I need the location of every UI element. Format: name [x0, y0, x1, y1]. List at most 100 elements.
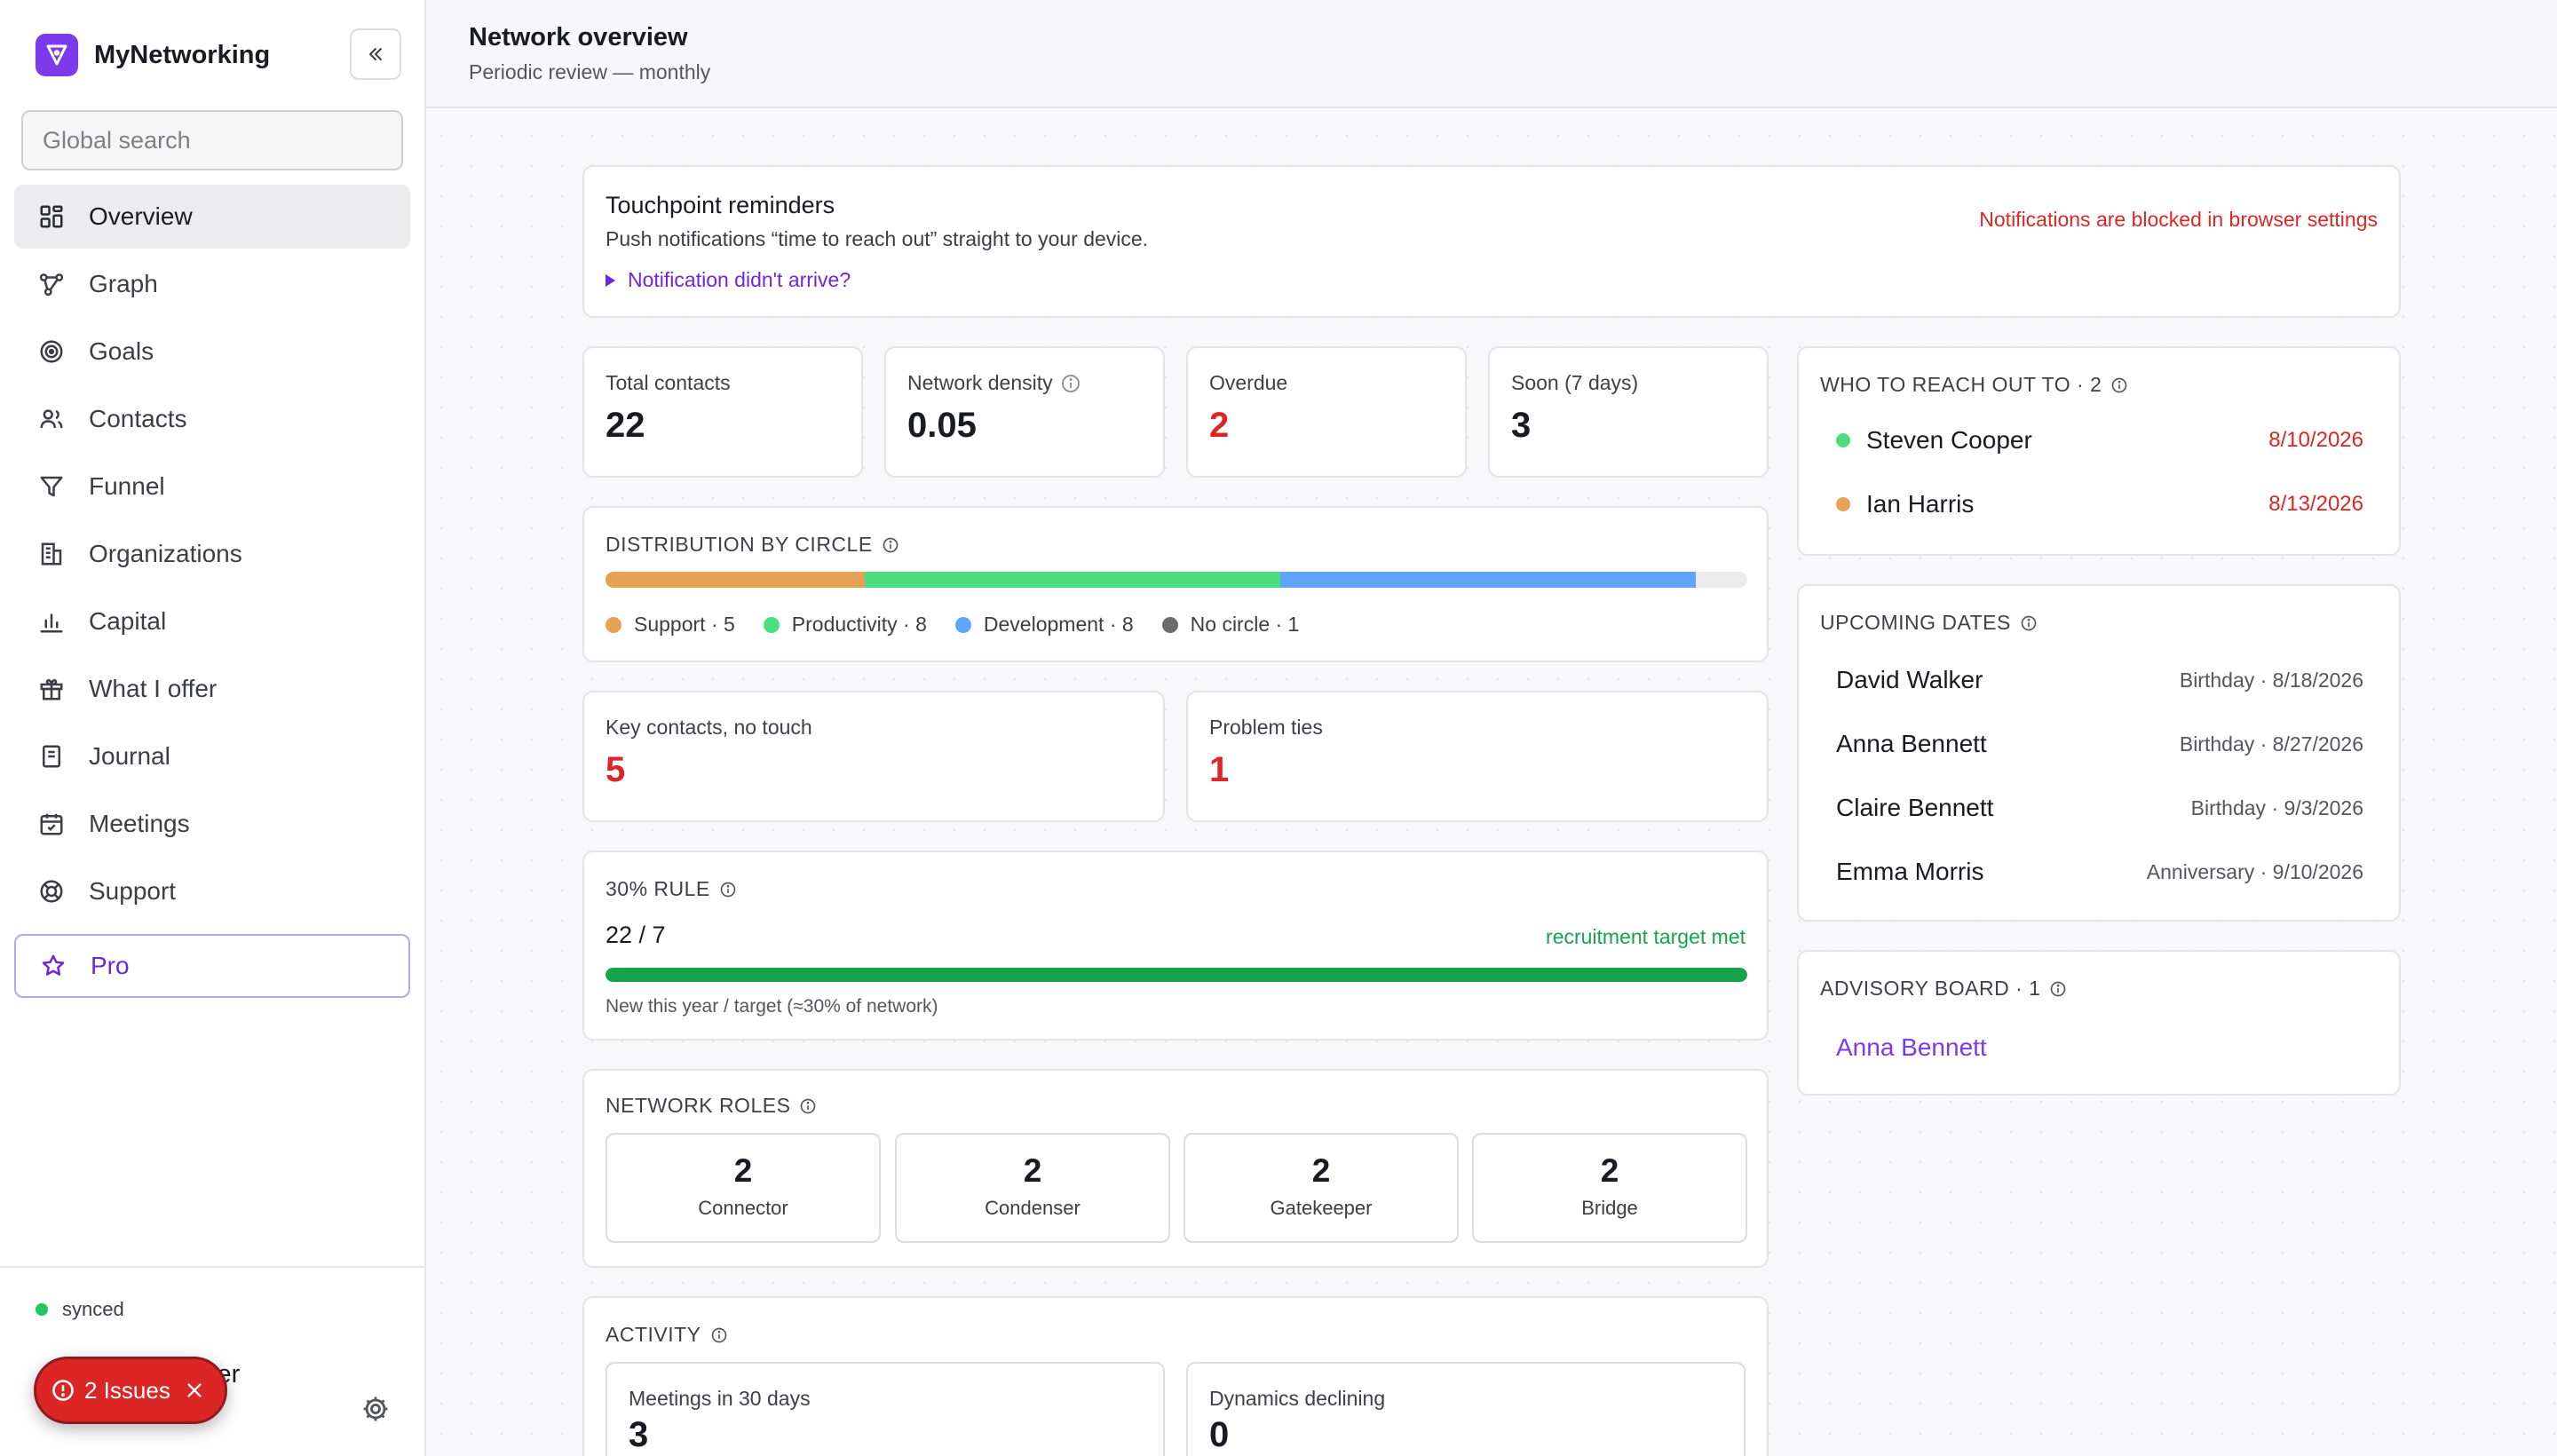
rule-title: 30% RULE — [606, 877, 710, 900]
advisory-member-link[interactable]: Anna Bennett — [1836, 1033, 1987, 1062]
info-icon[interactable] — [1060, 373, 1081, 394]
notification-help-label: Notification didn't arrive? — [628, 268, 851, 291]
due-date: 8/10/2026 — [2268, 428, 2363, 452]
problem-ties-card[interactable]: Problem ties 1 — [1186, 691, 1769, 822]
issues-badge[interactable]: 2 Issues — [34, 1357, 227, 1424]
bar-chart-icon — [37, 607, 66, 636]
stat-label: Overdue — [1209, 371, 1288, 394]
sidebar-item-label: Pro — [91, 952, 130, 979]
network-roles-card: NETWORK ROLES 2 Connector 2 Condenser 2 … — [582, 1069, 1769, 1268]
sidebar-item-capital[interactable]: Capital — [14, 590, 410, 653]
key-contacts-card[interactable]: Key contacts, no touch 5 — [582, 691, 1165, 822]
sidebar-item-journal[interactable]: Journal — [14, 724, 410, 788]
distribution-card: DISTRIBUTION BY CIRCLE Support · 5 Produ… — [582, 506, 1769, 662]
info-icon[interactable] — [710, 1326, 728, 1344]
upcoming-date-row[interactable]: David Walker Birthday · 8/18/2026 — [1836, 662, 2363, 698]
sidebar-item-meetings[interactable]: Meetings — [14, 792, 410, 856]
legend-dot — [606, 616, 621, 633]
funnel-icon — [37, 472, 66, 501]
settings-button[interactable] — [359, 1392, 392, 1426]
sidebar-item-label: Graph — [89, 270, 158, 297]
sidebar-item-pro[interactable]: Pro — [14, 934, 410, 998]
info-icon[interactable] — [882, 536, 899, 554]
role-bridge[interactable]: 2 Bridge — [1472, 1133, 1747, 1243]
circle-color-dot — [1836, 497, 1850, 511]
touchpoint-title: Touchpoint reminders — [606, 192, 835, 218]
stat-value: 22 — [606, 406, 645, 445]
legend-label: Productivity · 8 — [791, 613, 927, 636]
sidebar-item-label: Meetings — [89, 810, 190, 837]
stat-label: Problem ties — [1209, 716, 1323, 739]
sidebar-item-label: Support — [89, 877, 177, 905]
upcoming-title-row: UPCOMING DATES — [1820, 611, 2038, 635]
activity-title: ACTIVITY — [606, 1323, 701, 1346]
stat-value: 3 — [1511, 406, 1532, 445]
stat-label: Network density — [907, 371, 1053, 394]
rule-value: 22 / 7 — [606, 922, 666, 948]
page-title: Network overview — [469, 23, 688, 51]
brand[interactable]: MyNetworking — [36, 34, 270, 76]
reach-out-title: WHO TO REACH OUT TO · 2 — [1820, 373, 2102, 396]
upcoming-dates-card: UPCOMING DATES David Walker Birthday · 8… — [1797, 584, 2401, 922]
role-condenser[interactable]: 2 Condenser — [895, 1133, 1170, 1243]
sidebar-item-what-i-offer[interactable]: What I offer — [14, 657, 410, 721]
stat-value: 0 — [1209, 1415, 1230, 1454]
reach-out-row[interactable]: Steven Cooper 8/10/2026 — [1836, 423, 2363, 458]
role-connector[interactable]: 2 Connector — [606, 1133, 881, 1243]
sidebar-item-label: Capital — [89, 607, 167, 635]
global-search-input[interactable] — [21, 110, 403, 170]
sidebar: MyNetworking Overview Graph — [0, 0, 426, 1456]
sidebar-item-graph[interactable]: Graph — [14, 252, 410, 316]
stat-value: 3 — [629, 1415, 649, 1454]
info-icon[interactable] — [2020, 614, 2038, 632]
advisory-title: ADVISORY BOARD · 1 — [1820, 977, 2041, 1000]
upcoming-date-row[interactable]: Claire Bennett Birthday · 9/3/2026 — [1836, 790, 2363, 826]
sidebar-item-support[interactable]: Support — [14, 859, 410, 923]
info-icon[interactable] — [2110, 376, 2128, 394]
building-icon — [37, 540, 66, 568]
rule-progress-track — [606, 968, 1747, 982]
role-count: 2 — [1600, 1152, 1619, 1189]
collapse-sidebar-button[interactable] — [350, 28, 401, 80]
sidebar-item-funnel[interactable]: Funnel — [14, 455, 410, 518]
users-icon — [37, 405, 66, 433]
role-gatekeeper[interactable]: 2 Gatekeeper — [1184, 1133, 1459, 1243]
sidebar-item-goals[interactable]: Goals — [14, 320, 410, 384]
upcoming-title: UPCOMING DATES — [1820, 611, 2011, 634]
target-icon — [37, 337, 66, 366]
dynamics-declining-box: Dynamics declining 0 — [1186, 1362, 1746, 1456]
network-density-card: Network density 0.05 — [884, 346, 1165, 478]
legend-dot — [954, 616, 971, 633]
legend-item-development: Development · 8 — [954, 613, 1134, 637]
upcoming-date-row[interactable]: Anna Bennett Birthday · 8/27/2026 — [1836, 726, 2363, 762]
notification-help-toggle[interactable]: Notification didn't arrive? — [606, 268, 851, 292]
info-icon[interactable] — [799, 1097, 817, 1115]
notifications-blocked-warning: Notifications are blocked in browser set… — [1979, 208, 2378, 231]
sidebar-item-label: Goals — [89, 337, 154, 365]
sidebar-item-contacts[interactable]: Contacts — [14, 387, 410, 451]
star-icon — [39, 952, 67, 980]
upcoming-date-row[interactable]: Emma Morris Anniversary · 9/10/2026 — [1836, 854, 2363, 890]
stat-value: 2 — [1209, 406, 1230, 445]
distribution-segment — [1280, 572, 1697, 588]
grid-icon — [37, 202, 66, 231]
contact-name: Claire Bennett — [1836, 794, 1994, 821]
rule-status: recruitment target met — [1546, 925, 1746, 948]
reach-out-row[interactable]: Ian Harris 8/13/2026 — [1836, 487, 2363, 522]
chevrons-left-icon — [369, 48, 382, 60]
event-detail: Birthday · 8/18/2026 — [2179, 668, 2363, 692]
distribution-segment — [865, 572, 1281, 588]
sidebar-item-overview[interactable]: Overview — [14, 185, 410, 249]
info-icon[interactable] — [719, 881, 737, 898]
total-contacts-card: Total contacts 22 — [582, 346, 863, 478]
sidebar-item-organizations[interactable]: Organizations — [14, 522, 410, 586]
activity-title-row: ACTIVITY — [606, 1323, 728, 1347]
soon-card: Soon (7 days) 3 — [1488, 346, 1769, 478]
close-icon[interactable] — [185, 1381, 204, 1400]
advisory-board-card: ADVISORY BOARD · 1 Anna Bennett — [1797, 950, 2401, 1096]
graph-icon — [37, 270, 66, 298]
info-icon[interactable] — [2049, 980, 2067, 998]
rule-caption: New this year / target (≈30% of network) — [606, 996, 938, 1017]
stat-label: Dynamics declining — [1209, 1387, 1386, 1410]
stat-value: 0.05 — [907, 406, 977, 445]
